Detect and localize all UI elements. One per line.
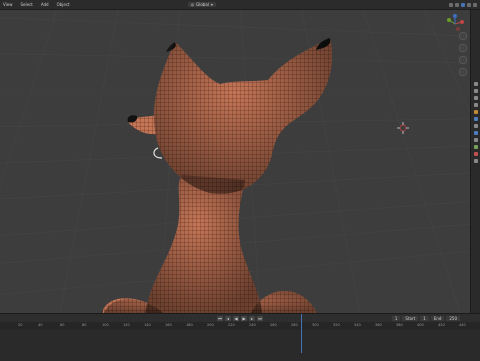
timeline-panel: ⏮ ◂ ◀ ▶ ▸ ⏭ 1 Start 1 End 250 20 40 60 8…	[0, 313, 480, 361]
frame-tick: 360	[375, 323, 382, 327]
header-menu: View Select Add Object	[3, 2, 70, 7]
frame-range: 1 Start 1 End 250	[391, 315, 460, 321]
zoom-icon[interactable]	[459, 32, 467, 40]
start-label: Start	[402, 315, 419, 321]
pan-icon[interactable]	[459, 44, 467, 52]
header-bar: View Select Add Object ◎ Global ▾	[0, 0, 480, 10]
material-icon[interactable]	[473, 152, 478, 156]
item-icon[interactable]	[473, 89, 478, 93]
xray-icon[interactable]	[455, 2, 459, 7]
frame-tick: 320	[333, 323, 340, 327]
properties-icon[interactable]	[473, 110, 478, 114]
frame-tick: 60	[60, 323, 65, 327]
current-frame-field[interactable]: 1	[391, 315, 401, 321]
frame-tick: 180	[186, 323, 193, 327]
camera-icon[interactable]	[459, 56, 467, 64]
jump-start-icon[interactable]: ⏮	[217, 315, 223, 321]
frame-tick: 220	[228, 323, 235, 327]
texture-icon[interactable]	[473, 159, 478, 163]
solid-shading-icon[interactable]	[461, 2, 465, 7]
properties-sidebar	[470, 10, 480, 313]
frame-tick: 300	[312, 323, 319, 327]
frame-tick: 160	[165, 323, 172, 327]
frame-tick: 440	[459, 323, 466, 327]
constraints-icon[interactable]	[473, 138, 478, 142]
end-frame-field[interactable]: 250	[446, 315, 460, 321]
chevron-down-icon: ▾	[210, 2, 213, 7]
3d-viewport[interactable]	[0, 0, 480, 315]
playhead[interactable]	[301, 314, 302, 353]
viewport-canvas	[0, 0, 480, 315]
perspective-icon[interactable]	[459, 68, 467, 76]
prev-keyframe-icon[interactable]: ◂	[225, 315, 231, 321]
menu-view[interactable]: View	[3, 2, 13, 7]
menu-add[interactable]: Add	[41, 2, 49, 7]
frame-tick: 80	[82, 323, 87, 327]
edit-icon[interactable]	[473, 103, 478, 107]
end-label: End	[430, 315, 445, 321]
frame-tick: 380	[396, 323, 403, 327]
frame-tick: 140	[144, 323, 151, 327]
frame-tick: 400	[417, 323, 424, 327]
next-keyframe-icon[interactable]: ▸	[249, 315, 255, 321]
play-icon[interactable]: ▶	[241, 315, 247, 321]
view-selector[interactable]: ◎ Global ▾	[187, 2, 216, 7]
play-reverse-icon[interactable]: ◀	[233, 315, 239, 321]
jump-end-icon[interactable]: ⏭	[257, 315, 263, 321]
keyframe-track[interactable]	[0, 330, 480, 361]
material-shading-icon[interactable]	[467, 2, 471, 7]
frame-tick: 260	[270, 323, 277, 327]
frame-tick: 240	[249, 323, 256, 327]
frame-tick: 280	[291, 323, 298, 327]
view-label: Global	[196, 2, 209, 7]
frame-tick: 100	[102, 323, 109, 327]
timeline-header: ⏮ ◂ ◀ ▶ ▸ ⏭ 1 Start 1 End 250	[0, 314, 480, 322]
start-frame-field[interactable]: 1	[420, 315, 429, 321]
frame-tick: 120	[123, 323, 130, 327]
tool-icon[interactable]	[473, 82, 478, 86]
menu-select[interactable]: Select	[21, 2, 33, 7]
particles-icon[interactable]	[473, 124, 478, 128]
data-icon[interactable]	[473, 145, 478, 149]
rendered-shading-icon[interactable]	[473, 2, 477, 7]
view-icon[interactable]	[473, 96, 478, 100]
frame-tick: 200	[207, 323, 214, 327]
globe-icon: ◎	[190, 2, 195, 7]
frame-tick: 420	[438, 323, 445, 327]
overlay-icon[interactable]	[449, 2, 453, 7]
frame-tick: 40	[38, 323, 43, 327]
viewport-header-tools	[449, 2, 477, 7]
menu-object[interactable]: Object	[57, 2, 70, 7]
frame-tick: 340	[354, 323, 361, 327]
viewport-nav-buttons	[459, 32, 467, 76]
physics-icon[interactable]	[473, 131, 478, 135]
modifier-icon[interactable]	[473, 117, 478, 121]
frame-ruler[interactable]: 20 40 60 80 100 120 140 160 180 200 220 …	[0, 322, 480, 330]
frame-tick: 20	[18, 323, 23, 327]
